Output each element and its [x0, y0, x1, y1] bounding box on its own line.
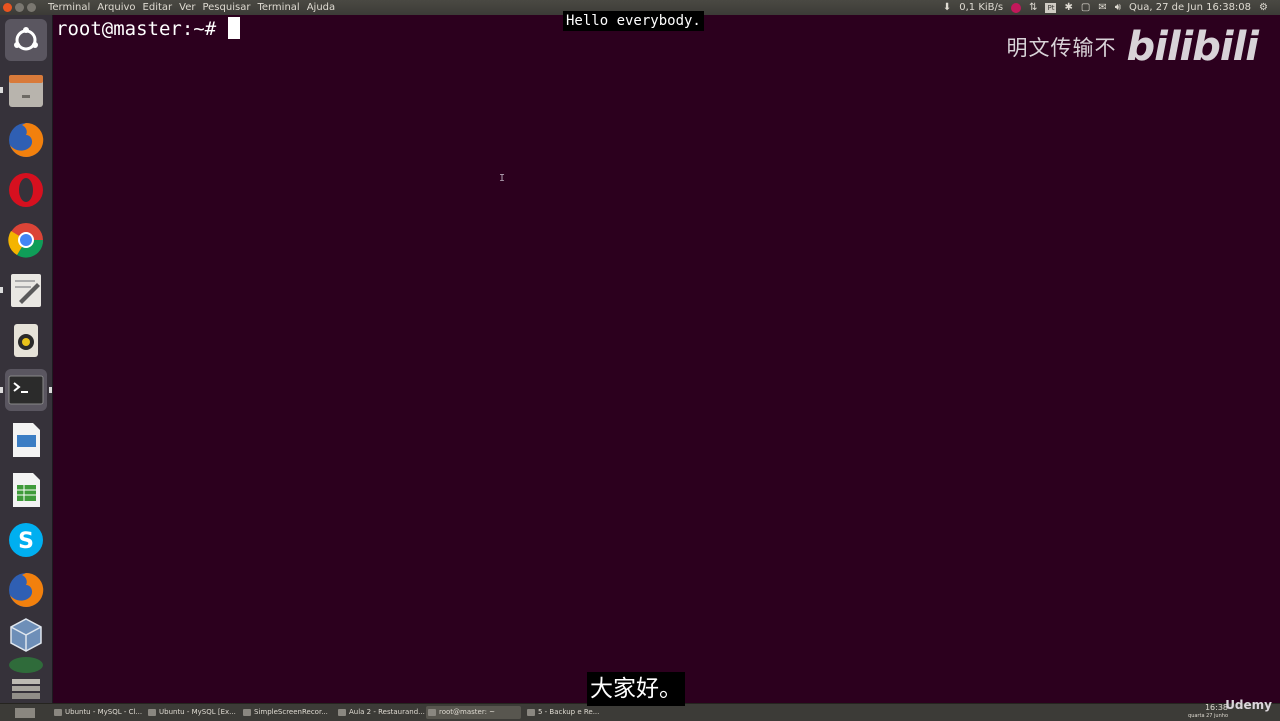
launcher: S	[0, 15, 53, 705]
task-label: Ubuntu - MySQL [Ex...	[159, 708, 236, 716]
watermark-text: 明文传输不	[1006, 36, 1117, 60]
clock-date: quarta 27 junho	[1188, 713, 1228, 719]
subtitle-english: Hello everybody.	[563, 11, 704, 31]
window-icon[interactable]: ▢	[1081, 0, 1090, 15]
network-updown-icon[interactable]: ⇅	[1029, 0, 1037, 15]
window-icon	[54, 709, 62, 716]
desktop-icon	[15, 708, 35, 718]
task-label: Aula 2 - Restaurand...	[349, 708, 425, 716]
keyboard-layout-indicator[interactable]: Pt	[1045, 2, 1057, 13]
window-controls	[3, 3, 36, 12]
launcher-firefox-2[interactable]	[5, 569, 47, 611]
mail-icon[interactable]: ✉	[1098, 0, 1106, 15]
speaker-icon	[14, 324, 38, 357]
firefox-icon	[9, 122, 44, 157]
trash-icon	[12, 679, 40, 699]
terminal-icon	[8, 375, 44, 405]
launcher-calc[interactable]	[5, 469, 47, 511]
launcher-writer[interactable]	[5, 419, 47, 461]
text-cursor	[228, 17, 241, 39]
virtualbox-cube-icon	[10, 618, 42, 652]
task-label: SimpleScreenRecor...	[254, 708, 328, 716]
record-indicator-icon[interactable]	[1011, 2, 1022, 13]
running-pip	[0, 287, 3, 293]
svg-text:S: S	[18, 529, 34, 554]
menu-ver[interactable]: Ver	[179, 0, 195, 15]
show-desktop-button[interactable]	[6, 706, 36, 719]
launcher-app-partial[interactable]	[5, 655, 47, 675]
launcher-rhythmbox[interactable]	[5, 319, 47, 361]
task-label: 5 - Backup e Re...	[538, 708, 600, 716]
datetime[interactable]: Qua, 27 de Jun 16:38:08	[1129, 0, 1251, 15]
net-speed: 0,1 KiB/s	[959, 2, 1004, 13]
power-gear-icon[interactable]: ⚙	[1259, 0, 1268, 15]
launcher-terminal[interactable]	[5, 369, 47, 411]
launcher-opera[interactable]	[5, 169, 47, 211]
task-item[interactable]: Ubuntu - MySQL [Ex...	[146, 706, 243, 719]
bilibili-logo: bilibili	[1126, 24, 1259, 70]
launcher-text-editor[interactable]	[5, 269, 47, 311]
launcher-files[interactable]	[5, 69, 47, 111]
prompt-text: root@master:~#	[56, 18, 217, 40]
task-item[interactable]: SimpleScreenRecor...	[241, 706, 338, 719]
indicator-area: ⬇ 0,1 KiB/s ⇅ Pt ✱ ▢ ✉ 🔊︎ Qua, 27 de Jun…	[943, 0, 1268, 15]
launcher-chrome[interactable]	[5, 219, 47, 261]
launcher-skype[interactable]: S	[5, 519, 47, 561]
download-arrow-icon: ⬇	[942, 2, 952, 13]
terminal-icon	[428, 709, 436, 716]
task-label: Ubuntu - MySQL - Cl...	[65, 708, 143, 716]
window-icon	[148, 709, 156, 716]
firefox-icon	[9, 572, 44, 607]
taskbar-clock[interactable]: 16:38 quarta 27 junho	[1188, 704, 1228, 720]
chrome-icon	[8, 223, 44, 258]
terminal-prompt: root@master:~#	[56, 17, 241, 41]
focused-pip	[49, 387, 52, 393]
task-item[interactable]: Ubuntu - MySQL - Cl...	[52, 706, 147, 719]
writer-document-icon	[13, 423, 40, 457]
task-label: root@master: ~	[439, 708, 496, 716]
clock-time: 16:38	[1204, 703, 1228, 712]
menu-terminal[interactable]: Terminal	[257, 0, 299, 15]
menu-ajuda[interactable]: Ajuda	[307, 0, 335, 15]
ubuntu-logo-icon	[14, 27, 38, 51]
maximize-window-button[interactable]	[27, 3, 36, 12]
terminal-window[interactable]: root@master:~# I	[53, 15, 1280, 703]
launcher-dash[interactable]	[5, 19, 47, 61]
mouse-ibeam-icon: I	[499, 173, 506, 184]
udemy-logo: Udemy	[1225, 698, 1272, 712]
running-pip	[0, 387, 3, 393]
menu-bar: Terminal Arquivo Editar Ver Pesquisar Te…	[48, 0, 335, 15]
launcher-firefox[interactable]	[5, 119, 47, 161]
window-icon	[527, 709, 535, 716]
window-icon	[338, 709, 346, 716]
spreadsheet-icon	[13, 473, 40, 507]
launcher-trash[interactable]	[5, 677, 47, 701]
opera-icon	[9, 173, 43, 207]
volume-icon[interactable]: 🔊︎	[1115, 0, 1121, 15]
menu-terminal-app[interactable]: Terminal	[48, 0, 90, 15]
close-window-button[interactable]	[3, 3, 12, 12]
skype-icon: S	[9, 523, 43, 557]
file-cabinet-icon	[9, 75, 43, 107]
task-item[interactable]: Aula 2 - Restaurand...	[336, 706, 433, 719]
watermark: 明文传输不 bilibili	[1006, 24, 1259, 70]
subtitle-chinese: 大家好。	[587, 672, 685, 706]
app-partial-icon	[9, 657, 43, 673]
text-editor-icon	[11, 274, 41, 307]
menu-pesquisar[interactable]: Pesquisar	[202, 0, 250, 15]
task-item[interactable]: 5 - Backup e Re...	[525, 706, 600, 719]
bluetooth-icon[interactable]: ✱	[1064, 0, 1072, 15]
menu-arquivo[interactable]: Arquivo	[97, 0, 135, 15]
minimize-window-button[interactable]	[15, 3, 24, 12]
task-item-active[interactable]: root@master: ~	[426, 706, 521, 719]
launcher-virtualbox[interactable]	[5, 614, 47, 656]
window-icon	[243, 709, 251, 716]
menu-editar[interactable]: Editar	[143, 0, 173, 15]
running-pip	[0, 87, 3, 93]
